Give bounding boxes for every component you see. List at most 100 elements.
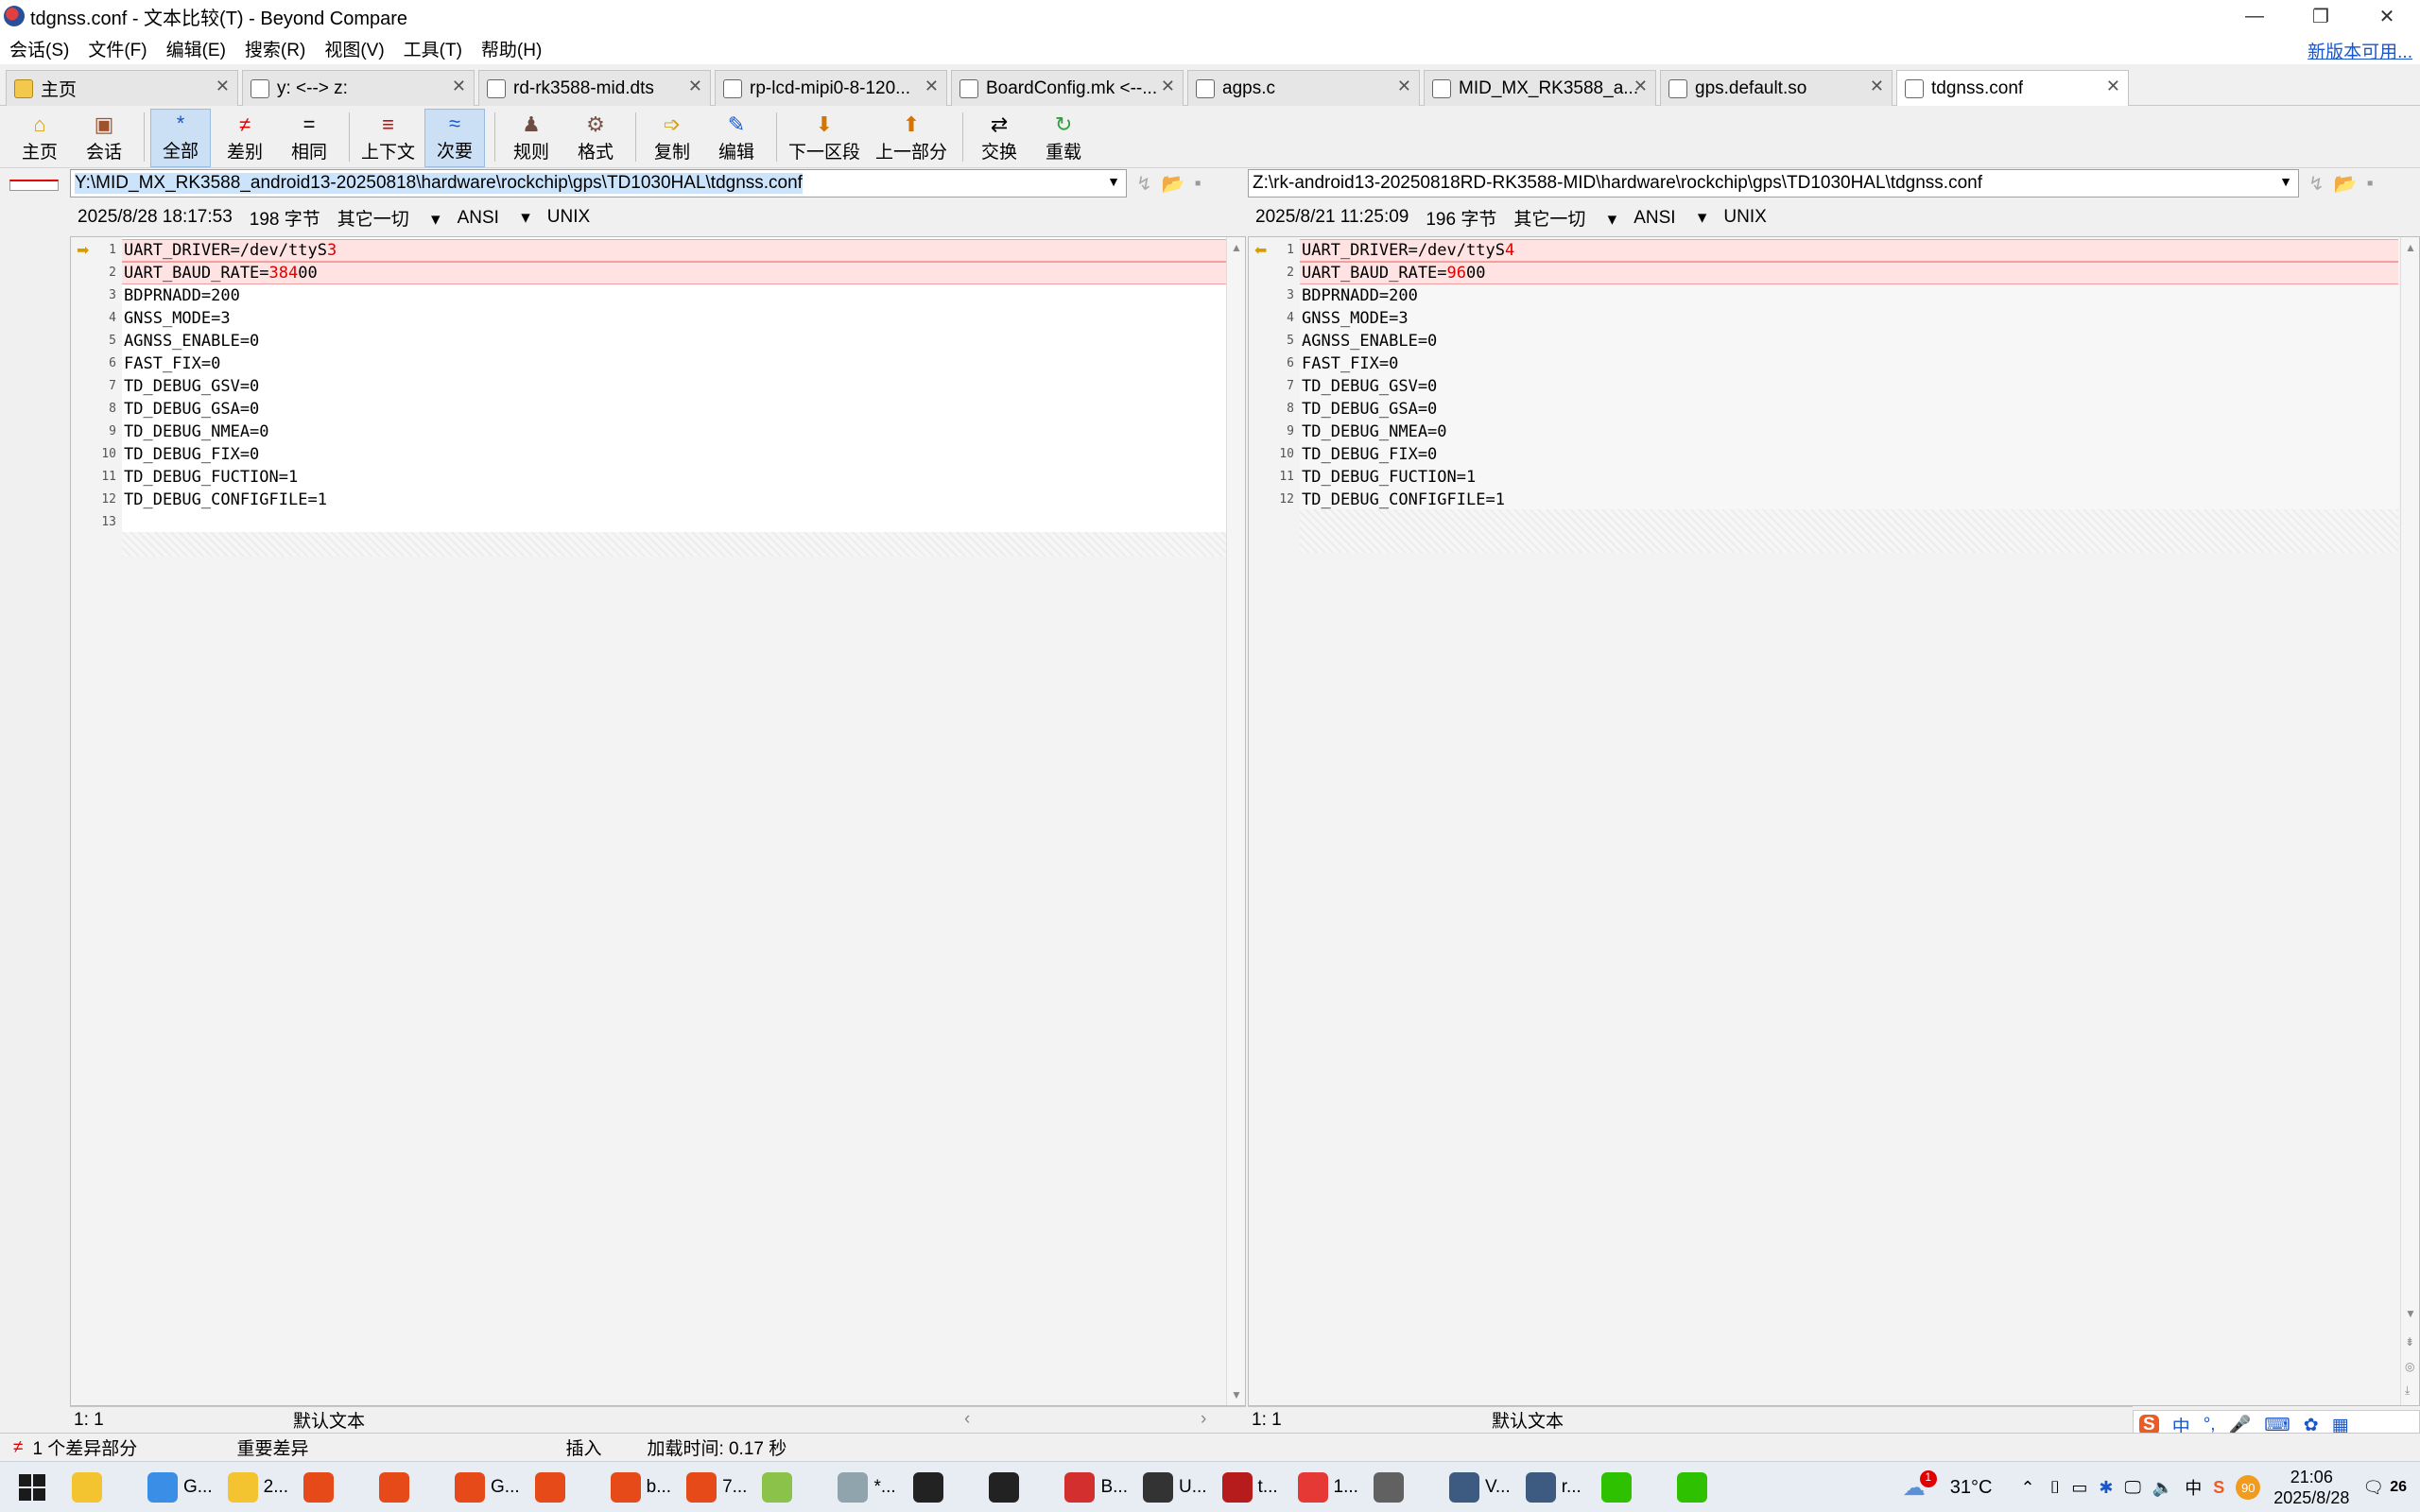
scroll-up-icon[interactable]: ▲ bbox=[1231, 241, 1242, 254]
swap-button[interactable]: ⇄ 交换 bbox=[969, 109, 1029, 167]
menu-edit[interactable]: 编辑(E) bbox=[166, 36, 226, 61]
close-icon[interactable]: ✕ bbox=[1870, 77, 1884, 96]
start-button[interactable] bbox=[0, 1462, 64, 1512]
taskbar-app[interactable]: U... bbox=[1135, 1462, 1215, 1512]
left-path-input[interactable]: Y:\MID_MX_RK3588_android13-20250818\hard… bbox=[70, 169, 1127, 198]
usb-icon[interactable]: ⌷ bbox=[2050, 1478, 2061, 1498]
tab-home[interactable]: 主页 ✕ bbox=[6, 70, 238, 106]
close-icon[interactable]: ✕ bbox=[1161, 77, 1175, 96]
ime-indicator[interactable]: 中 bbox=[2185, 1475, 2202, 1500]
network-icon[interactable]: 🖵 bbox=[2124, 1478, 2140, 1498]
chevron-down-icon[interactable]: ▼ bbox=[1107, 174, 1120, 189]
taskbar-app[interactable] bbox=[981, 1462, 1057, 1512]
taskbar-app[interactable]: t... bbox=[1215, 1462, 1290, 1512]
taskbar-app[interactable] bbox=[372, 1462, 447, 1512]
taskbar-app[interactable]: 2... bbox=[220, 1462, 296, 1512]
menu-file[interactable]: 文件(F) bbox=[88, 36, 147, 61]
show-same-button[interactable]: = 相同 bbox=[279, 109, 339, 167]
taskbar-app[interactable] bbox=[1594, 1462, 1669, 1512]
menu-tools[interactable]: 工具(T) bbox=[404, 36, 462, 61]
session-button[interactable]: ▣ 会话 bbox=[74, 109, 134, 167]
taskbar-app[interactable]: r... bbox=[1518, 1462, 1594, 1512]
right-encoding-dropdown[interactable]: ANSI ▾ bbox=[1634, 207, 1706, 229]
format-button[interactable]: ⚙ 格式 bbox=[565, 109, 626, 167]
taskbar-app[interactable] bbox=[527, 1462, 603, 1512]
taskbar-app[interactable] bbox=[906, 1462, 981, 1512]
scroll-left-icon[interactable]: ‹ bbox=[964, 1409, 970, 1430]
show-diffs-button[interactable]: ≠ 差别 bbox=[215, 109, 275, 167]
badge-90[interactable]: 90 bbox=[2236, 1475, 2261, 1500]
close-icon[interactable]: ✕ bbox=[2106, 77, 2120, 96]
right-other-dropdown[interactable]: 其它一切 ▾ bbox=[1513, 205, 1616, 231]
scroll-down-icon[interactable]: ▼ bbox=[2405, 1307, 2416, 1320]
save-icon[interactable]: ▪ bbox=[2367, 173, 2374, 195]
close-icon[interactable]: ✕ bbox=[216, 77, 230, 96]
left-encoding-dropdown[interactable]: ANSI ▾ bbox=[458, 207, 530, 229]
edit-button[interactable]: ✎ 编辑 bbox=[706, 109, 767, 167]
taskbar-app[interactable] bbox=[754, 1462, 830, 1512]
temperature[interactable]: 31°C bbox=[1950, 1477, 1993, 1499]
new-version-link[interactable]: 新版本可用... bbox=[2308, 38, 2412, 63]
right-text-pane[interactable]: 1 UART_DRIVER=/dev/ttyS4 2 UART_BAUD_RATE=9… bbox=[1248, 236, 2420, 1406]
close-icon[interactable]: ✕ bbox=[925, 77, 939, 96]
bluetooth-icon[interactable]: ✱ bbox=[2099, 1478, 2113, 1498]
taskbar-app[interactable]: V... bbox=[1442, 1462, 1518, 1512]
scroll-up-icon[interactable]: ▲ bbox=[2405, 241, 2416, 254]
taskbar-app[interactable]: b... bbox=[603, 1462, 679, 1512]
tab-folder-compare[interactable]: y: <--> z: ✕ bbox=[242, 70, 475, 106]
taskbar-app[interactable] bbox=[64, 1462, 140, 1512]
menu-search[interactable]: 搜索(R) bbox=[245, 36, 305, 61]
taskbar-app[interactable]: B... bbox=[1057, 1462, 1135, 1512]
minimize-button[interactable]: — bbox=[2221, 0, 2288, 32]
taskbar-app[interactable]: G... bbox=[140, 1462, 220, 1512]
volume-icon[interactable]: 🔈 bbox=[2152, 1478, 2173, 1498]
restore-button[interactable]: ❐ bbox=[2288, 0, 2354, 32]
tab-file-compare[interactable]: gps.default.so ✕ bbox=[1660, 70, 1893, 106]
left-scrollbar[interactable]: ▲ ▼ bbox=[1226, 237, 1245, 1405]
copy-button[interactable]: ➩ 复制 bbox=[642, 109, 702, 167]
taskbar-app[interactable]: G... bbox=[447, 1462, 527, 1512]
taskbar-app[interactable] bbox=[296, 1462, 372, 1512]
refresh-icon[interactable]: ↯ bbox=[1136, 172, 1152, 196]
reload-button[interactable]: ↻ 重载 bbox=[1033, 109, 1094, 167]
taskbar-app[interactable] bbox=[1366, 1462, 1442, 1512]
sogou-tray-icon[interactable]: S bbox=[2213, 1478, 2224, 1498]
minor-button[interactable]: ≈ 次要 bbox=[424, 109, 486, 167]
close-icon[interactable]: ✕ bbox=[1397, 77, 1411, 96]
close-button[interactable]: ✕ bbox=[2354, 0, 2420, 32]
rules-button[interactable]: ♟ 规则 bbox=[501, 109, 562, 167]
tab-file-compare[interactable]: rd-rk3588-mid.dts ✕ bbox=[478, 70, 711, 106]
context-button[interactable]: ≡ 上下文 bbox=[355, 109, 421, 167]
left-text-pane[interactable]: 1 UART_DRIVER=/dev/ttyS3 2 UART_BAUD_RATE=3… bbox=[70, 236, 1246, 1406]
right-path-input[interactable]: Z:\rk-android13-20250818RD-RK3588-MID\ha… bbox=[1248, 169, 2299, 198]
close-icon[interactable]: ✕ bbox=[452, 77, 466, 96]
tab-file-compare[interactable]: rp-lcd-mipi0-8-120... ✕ bbox=[715, 70, 947, 106]
show-all-button[interactable]: * 全部 bbox=[150, 109, 211, 167]
tab-file-compare[interactable]: MID_MX_RK3588_a... ✕ bbox=[1424, 70, 1656, 106]
tab-tdgnss-conf[interactable]: tdgnss.conf ✕ bbox=[1896, 70, 2129, 106]
taskbar-app[interactable] bbox=[1669, 1462, 1745, 1512]
taskbar-app[interactable]: 7... bbox=[679, 1462, 754, 1512]
scroll-down-icon[interactable]: ▼ bbox=[1231, 1388, 1242, 1401]
home-button[interactable]: ⌂ 主页 bbox=[9, 109, 70, 167]
folder-open-icon[interactable]: 📂 bbox=[1162, 172, 1185, 196]
prev-section-button[interactable]: ⬆ 上一部分 bbox=[870, 109, 953, 167]
refresh-icon[interactable]: ↯ bbox=[2308, 172, 2325, 196]
next-diff-icon[interactable]: ⇟ bbox=[2405, 1335, 2414, 1349]
left-other-dropdown[interactable]: 其它一切 ▾ bbox=[337, 205, 441, 231]
menu-view[interactable]: 视图(V) bbox=[324, 36, 384, 61]
next-section-button[interactable]: ⬇ 下一区段 bbox=[783, 109, 866, 167]
clock[interactable]: 21:06 2025/8/28 bbox=[2273, 1467, 2349, 1508]
folder-open-icon[interactable]: 📂 bbox=[2334, 172, 2358, 196]
right-scrollbar[interactable]: ▲ ▼ ⇟ ◎ ⤓ bbox=[2400, 237, 2419, 1405]
chevron-down-icon[interactable]: ▼ bbox=[2279, 174, 2292, 189]
current-diff-icon[interactable]: ◎ bbox=[2405, 1360, 2414, 1373]
chevron-up-icon[interactable]: ⌃ bbox=[2020, 1478, 2034, 1498]
last-diff-icon[interactable]: ⤓ bbox=[2405, 1383, 2410, 1398]
tab-file-compare[interactable]: BoardConfig.mk <--... ✕ bbox=[951, 70, 1184, 106]
notification-icon[interactable]: 🗨 bbox=[2362, 1478, 2384, 1498]
battery-icon[interactable]: ▭ bbox=[2071, 1478, 2087, 1498]
save-icon[interactable]: ▪ bbox=[1195, 173, 1201, 195]
taskbar-app[interactable]: *... bbox=[830, 1462, 906, 1512]
taskbar-app[interactable]: 1... bbox=[1290, 1462, 1366, 1512]
